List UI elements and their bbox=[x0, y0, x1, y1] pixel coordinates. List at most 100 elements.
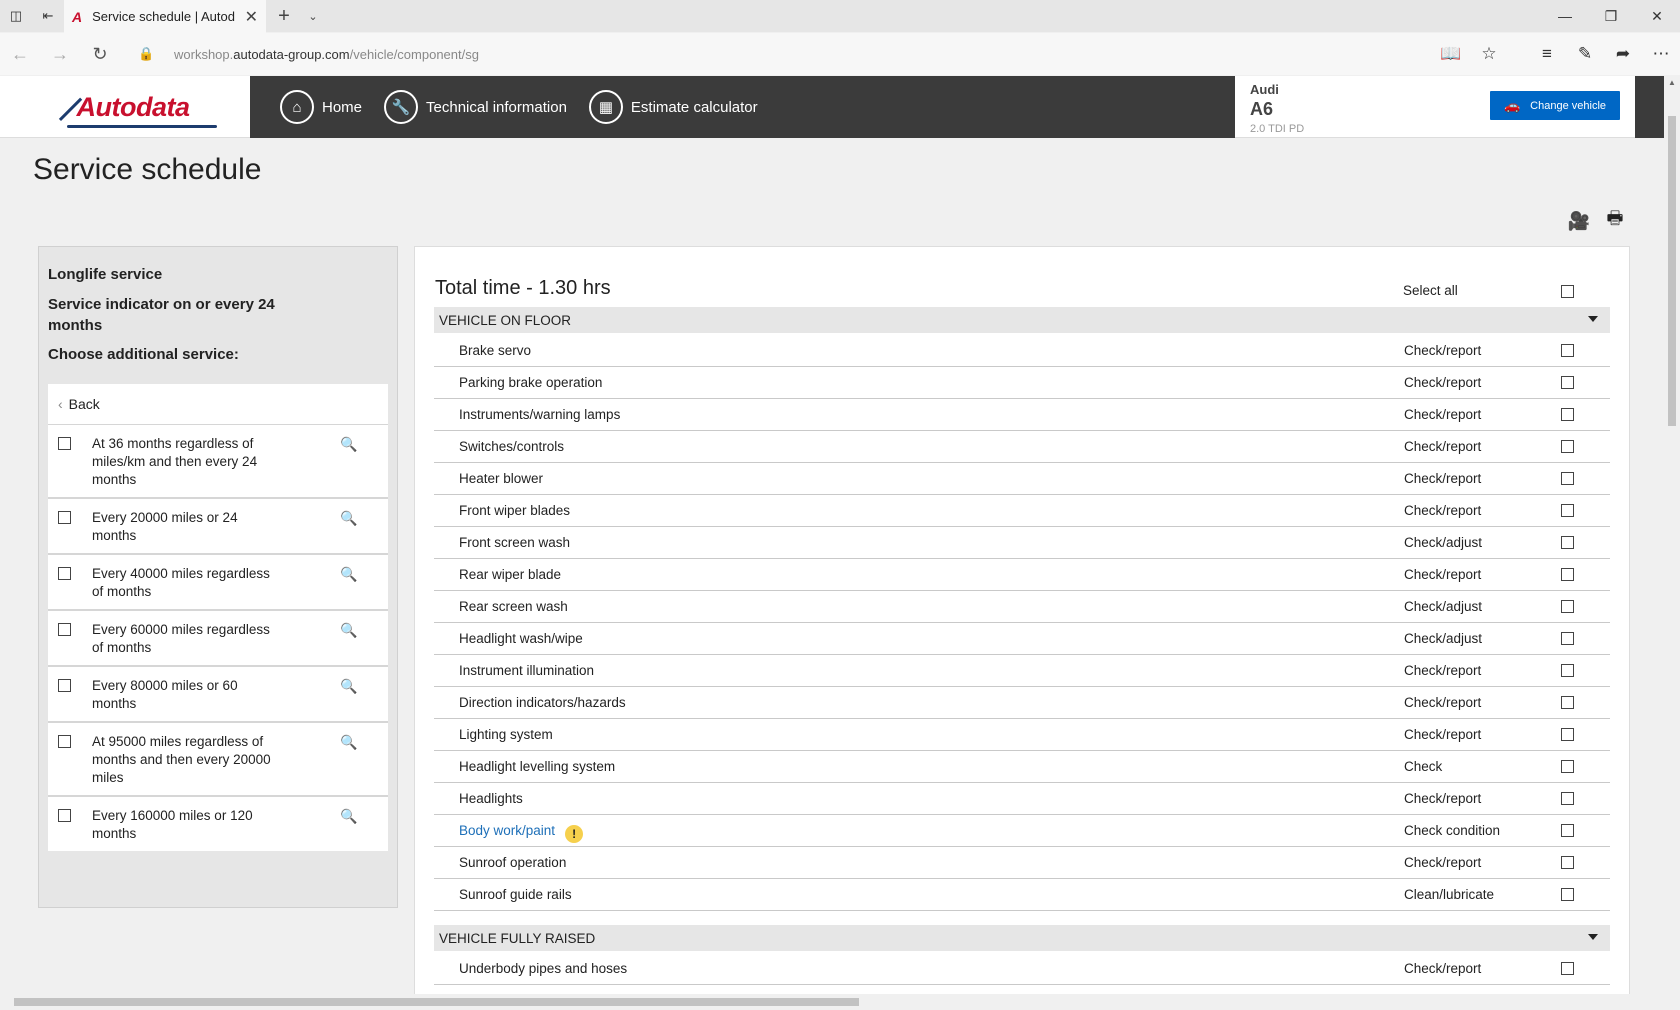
task-checkbox[interactable] bbox=[1561, 504, 1574, 517]
more-icon[interactable]: ⋯ bbox=[1642, 44, 1680, 64]
section-rows-vehicle-fully-raised: Underbody pipes and hoses Check/report bbox=[434, 953, 1610, 985]
task-action: Check/report bbox=[1404, 961, 1482, 976]
close-tab-icon[interactable]: ✕ bbox=[245, 7, 258, 27]
favorite-star-icon[interactable]: ☆ bbox=[1470, 44, 1508, 64]
tab-dropdown-icon[interactable]: ⌄ bbox=[300, 0, 326, 32]
task-action: Check/adjust bbox=[1404, 631, 1483, 646]
wrench-icon: 🔧 bbox=[384, 90, 419, 124]
task-checkbox[interactable] bbox=[1561, 962, 1574, 975]
header-right-bar bbox=[1635, 76, 1664, 138]
list-item: Every 20000 miles or 24 months 🔍 bbox=[48, 499, 388, 555]
task-checkbox[interactable] bbox=[1561, 696, 1574, 709]
service-checkbox[interactable] bbox=[58, 623, 71, 636]
new-tab-button[interactable]: + bbox=[268, 0, 300, 32]
nav-technical-information[interactable]: 🔧 Technical information bbox=[384, 90, 567, 124]
vehicle-make: Audi bbox=[1250, 82, 1279, 97]
task-checkbox[interactable] bbox=[1561, 760, 1574, 773]
task-action: Check condition bbox=[1404, 823, 1501, 838]
task-checkbox[interactable] bbox=[1561, 632, 1574, 645]
task-checkbox[interactable] bbox=[1561, 344, 1574, 357]
service-checkbox[interactable] bbox=[58, 567, 71, 580]
nav-estimate-calculator[interactable]: ▦ Estimate calculator bbox=[588, 90, 758, 124]
table-row: Lighting system Check/report bbox=[434, 719, 1610, 751]
table-row: Rear wiper blade Check/report bbox=[434, 559, 1610, 591]
back-arrow-icon[interactable]: ← bbox=[0, 33, 40, 75]
magnify-icon[interactable]: 🔍 bbox=[340, 621, 357, 639]
magnify-icon[interactable]: 🔍 bbox=[340, 677, 357, 695]
web-note-icon[interactable]: ✎ bbox=[1566, 44, 1604, 64]
set-aside-tabs-icon[interactable]: ⇤ bbox=[32, 0, 64, 32]
task-checkbox[interactable] bbox=[1561, 728, 1574, 741]
task-checkbox[interactable] bbox=[1561, 568, 1574, 581]
hub-icon[interactable]: ≡ bbox=[1528, 44, 1566, 64]
task-checkbox[interactable] bbox=[1561, 440, 1574, 453]
close-window-icon[interactable]: ✕ bbox=[1634, 0, 1680, 32]
scroll-up-icon[interactable]: ▲ bbox=[1664, 78, 1680, 87]
task-checkbox[interactable] bbox=[1561, 792, 1574, 805]
task-checkbox[interactable] bbox=[1561, 600, 1574, 613]
section-header-vehicle-fully-raised[interactable]: VEHICLE FULLY RAISED bbox=[434, 925, 1610, 951]
table-row: Headlight levelling system Check bbox=[434, 751, 1610, 783]
task-action: Check/report bbox=[1404, 727, 1482, 742]
task-checkbox[interactable] bbox=[1561, 824, 1574, 837]
task-name: Instruments/warning lamps bbox=[459, 407, 621, 422]
page-viewport: Autodata ⌂ Home 🔧 Technical information … bbox=[0, 76, 1664, 994]
table-row: Sunroof guide rails Clean/lubricate bbox=[434, 879, 1610, 911]
video-icon[interactable]: 🎥 bbox=[1566, 210, 1592, 232]
total-time: Total time - 1.30 hrs bbox=[435, 277, 611, 299]
vertical-scrollbar[interactable]: ▲ bbox=[1664, 76, 1680, 994]
task-name: Front wiper blades bbox=[459, 503, 571, 518]
task-checkbox[interactable] bbox=[1561, 536, 1574, 549]
task-name: Headlights bbox=[459, 791, 523, 806]
minimize-icon[interactable]: — bbox=[1542, 0, 1588, 32]
table-row: Instrument illumination Check/report bbox=[434, 655, 1610, 687]
change-vehicle-button[interactable]: 🚗 Change vehicle bbox=[1490, 91, 1620, 120]
task-action: Check/report bbox=[1404, 375, 1482, 390]
warning-icon[interactable]: ! bbox=[565, 825, 584, 843]
url-field[interactable]: workshop.autodata-group.com/vehicle/comp… bbox=[174, 47, 479, 62]
body-work-link[interactable]: Body work/paint bbox=[459, 823, 555, 838]
vertical-scroll-thumb[interactable] bbox=[1668, 116, 1676, 426]
schedule-panel: Total time - 1.30 hrs Select all VEHICLE… bbox=[414, 246, 1630, 994]
autodata-logo[interactable]: Autodata bbox=[0, 76, 250, 138]
task-name: Lighting system bbox=[459, 727, 553, 742]
main-nav: ⌂ Home 🔧 Technical information ▦ Estimat… bbox=[250, 76, 1235, 138]
horizontal-scrollbar[interactable] bbox=[0, 994, 1680, 1010]
task-action: Check/report bbox=[1404, 791, 1482, 806]
task-checkbox[interactable] bbox=[1561, 408, 1574, 421]
task-checkbox[interactable] bbox=[1561, 376, 1574, 389]
back-link[interactable]: ‹ Back bbox=[48, 384, 388, 425]
magnify-icon[interactable]: 🔍 bbox=[340, 509, 357, 527]
window-controls: — ❐ ✕ bbox=[1542, 0, 1680, 32]
magnify-icon[interactable]: 🔍 bbox=[340, 807, 357, 825]
task-name: Direction indicators/hazards bbox=[459, 695, 626, 710]
print-icon[interactable]: 🖶 bbox=[1602, 208, 1628, 232]
section-header-vehicle-on-floor[interactable]: VEHICLE ON FLOOR bbox=[434, 307, 1610, 333]
task-checkbox[interactable] bbox=[1561, 856, 1574, 869]
list-item: Every 60000 miles regardless of months 🔍 bbox=[48, 611, 388, 667]
task-checkbox[interactable] bbox=[1561, 888, 1574, 901]
browser-tab[interactable]: A Service schedule | Autod ✕ bbox=[64, 0, 266, 33]
magnify-icon[interactable]: 🔍 bbox=[340, 435, 357, 453]
service-checkbox[interactable] bbox=[58, 511, 71, 524]
forward-arrow-icon[interactable]: → bbox=[40, 33, 80, 75]
task-checkbox[interactable] bbox=[1561, 664, 1574, 677]
service-checkbox[interactable] bbox=[58, 679, 71, 692]
service-checkbox[interactable] bbox=[58, 809, 71, 822]
share-icon[interactable]: ➦ bbox=[1604, 44, 1642, 64]
service-checkbox[interactable] bbox=[58, 437, 71, 450]
service-checkbox[interactable] bbox=[58, 735, 71, 748]
task-name: Rear wiper blade bbox=[459, 567, 562, 582]
nav-home[interactable]: ⌂ Home bbox=[280, 90, 362, 124]
reading-view-icon[interactable]: 📖 bbox=[1432, 44, 1470, 64]
horizontal-scroll-thumb[interactable] bbox=[14, 998, 859, 1006]
tab-manager-icon[interactable]: ◫ bbox=[0, 0, 32, 32]
task-checkbox[interactable] bbox=[1561, 472, 1574, 485]
magnify-icon[interactable]: 🔍 bbox=[340, 565, 357, 583]
restore-icon[interactable]: ❐ bbox=[1588, 0, 1634, 32]
select-all-checkbox[interactable] bbox=[1561, 285, 1574, 298]
task-name: Rear screen wash bbox=[459, 599, 568, 614]
task-action: Check/report bbox=[1404, 471, 1482, 486]
refresh-icon[interactable]: ↻ bbox=[80, 33, 120, 75]
magnify-icon[interactable]: 🔍 bbox=[340, 733, 357, 751]
